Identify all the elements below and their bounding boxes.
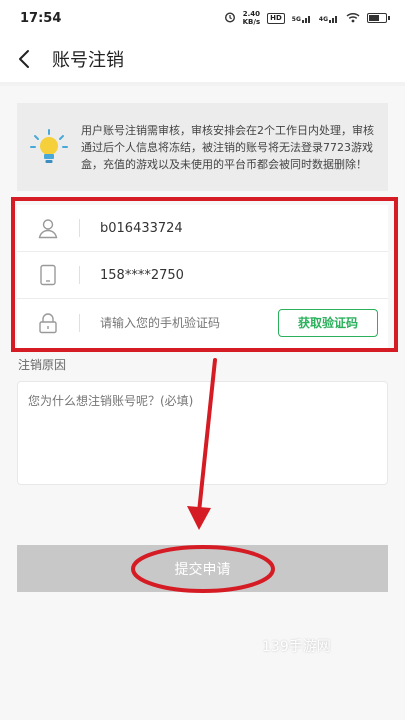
chevron-left-icon — [19, 50, 29, 68]
network-rate: 2.40 KB/s — [243, 10, 260, 26]
notice-banner: 用户账号注销需审核，审核安排会在2个工作日内处理，审核通过后个人信息将冻结，被注… — [17, 103, 388, 191]
watermark: 139手游网 — [262, 639, 331, 655]
annotation-highlight-box — [11, 197, 398, 352]
notice-text: 用户账号注销需审核，审核安排会在2个工作日内处理，审核通过后个人信息将冻结，被注… — [81, 123, 374, 171]
signal-4g-icon: 4G — [319, 14, 339, 23]
status-bar: 17:54 2.40 KB/s HD 5G 4G — [0, 0, 405, 36]
network-rate-unit: KB/s — [242, 18, 261, 26]
battery-level — [369, 15, 379, 21]
alarm-icon — [224, 11, 236, 25]
wifi-icon — [346, 12, 360, 25]
network-rate-value: 2.40 — [242, 10, 260, 18]
page-title: 账号注销 — [52, 50, 124, 71]
reason-label: 注销原因 — [18, 358, 67, 372]
reason-textarea[interactable] — [28, 392, 377, 474]
back-button[interactable] — [2, 36, 46, 82]
battery-icon — [367, 13, 390, 23]
reason-field — [17, 381, 388, 485]
signal-5g-label: 5G — [291, 15, 301, 23]
lightbulb-icon — [17, 127, 81, 167]
status-icons: 2.40 KB/s HD 5G 4G — [224, 10, 390, 26]
submit-label: 提交申请 — [174, 561, 231, 578]
signal-5g-icon: 5G — [292, 14, 312, 23]
signal-4g-label: 4G — [318, 15, 328, 23]
status-time: 17:54 — [20, 10, 62, 26]
nav-bar: 账号注销 — [0, 36, 405, 82]
submit-button[interactable]: 提交申请 — [17, 545, 388, 592]
hd-badge: HD — [267, 12, 285, 24]
